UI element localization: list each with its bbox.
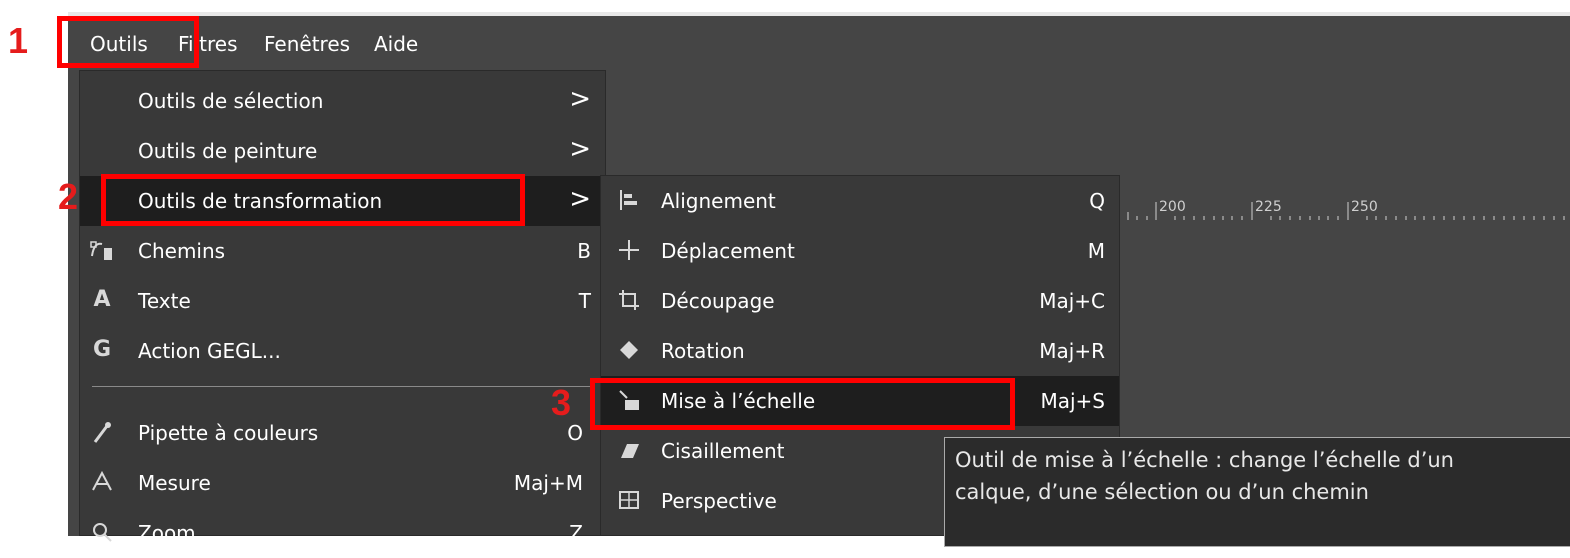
submenu-item-label: Perspective (661, 489, 777, 513)
tooltip-line-2: calque, d’une sélection ou d’un chemin (955, 480, 1369, 504)
submenu-item-label: Rotation (661, 339, 745, 363)
title-strip (68, 0, 1570, 12)
left-margin (0, 0, 68, 536)
menu-separator (92, 386, 592, 387)
submenu-item-move[interactable]: Déplacement M (601, 226, 1119, 276)
paths-icon (88, 236, 116, 264)
menu-bar: Outils Filtres Fenêtres Aide (68, 12, 1570, 68)
shortcut-label: Maj+C (1039, 289, 1105, 313)
menu-item-zoom[interactable]: Zoom Z (80, 508, 605, 558)
shortcut-label: B (577, 239, 591, 263)
menu-item-gegl[interactable]: G Action GEGL... (80, 326, 605, 376)
color-picker-icon (88, 418, 116, 446)
tools-menu: Outils de sélection > Outils de peinture… (79, 70, 606, 545)
menu-item-label: Action GEGL... (138, 339, 281, 363)
horizontal-ruler: 200 225 250 (1118, 178, 1570, 222)
menu-item-measure[interactable]: Mesure Maj+M (80, 458, 605, 508)
perspective-icon (615, 486, 643, 514)
zoom-icon (88, 518, 116, 546)
tooltip: Outil de mise à l’échelle : change l’éch… (944, 437, 1570, 547)
gegl-icon: G (92, 337, 112, 362)
shortcut-label: T (578, 289, 591, 313)
annotation-box-step-2 (101, 174, 525, 226)
align-icon (615, 186, 643, 214)
shortcut-label: M (1087, 239, 1105, 263)
ruler-label-225: 225 (1255, 199, 1282, 215)
menu-item-label: Chemins (138, 239, 226, 263)
shortcut-label: O (567, 421, 583, 445)
shortcut-label: Q (1089, 189, 1105, 213)
submenu-item-rotate[interactable]: Rotation Maj+R (601, 326, 1119, 376)
submenu-item-align[interactable]: Alignement Q (601, 176, 1119, 226)
submenu-item-label: Cisaillement (661, 439, 785, 463)
menu-aide[interactable]: Aide (374, 32, 418, 56)
annotation-number-1: 1 (8, 20, 29, 61)
ruler-label-200: 200 (1159, 199, 1186, 215)
measure-icon (88, 468, 116, 496)
ruler-ticks: 200 225 250 (1127, 199, 1565, 220)
shortcut-label: Maj+M (513, 471, 583, 495)
annotation-box-step-1 (57, 16, 199, 68)
menu-item-label: Mesure (138, 471, 211, 495)
annotation-number-3: 3 (551, 382, 572, 423)
rotate-icon (615, 336, 643, 364)
annotation-number-2: 2 (58, 176, 79, 217)
ruler-label-250: 250 (1351, 199, 1378, 215)
crop-icon (615, 286, 643, 314)
menu-item-color-picker[interactable]: Pipette à couleurs O (80, 408, 605, 458)
menu-item-label: Zoom (138, 521, 196, 545)
text-icon: A (93, 287, 111, 312)
menu-item-label: Outils de peinture (138, 139, 318, 163)
tooltip-line-1: Outil de mise à l’échelle : change l’éch… (955, 448, 1454, 472)
menu-item-selection-tools[interactable]: Outils de sélection > (80, 76, 605, 126)
menu-item-text[interactable]: A Texte T (80, 276, 605, 326)
annotation-box-step-3 (590, 378, 1015, 430)
submenu-item-label: Alignement (661, 189, 776, 213)
menu-item-label: Outils de sélection (138, 89, 324, 113)
submenu-item-label: Déplacement (661, 239, 795, 263)
menu-item-paths[interactable]: Chemins B (80, 226, 605, 276)
move-icon (615, 236, 643, 264)
menu-item-label: Texte (138, 289, 191, 313)
shortcut-label: Maj+S (1040, 389, 1105, 413)
menu-item-label: Pipette à couleurs (138, 421, 319, 445)
submenu-item-crop[interactable]: Découpage Maj+C (601, 276, 1119, 326)
shear-icon (615, 436, 643, 464)
shortcut-label: Z (569, 521, 583, 545)
submenu-item-label: Découpage (661, 289, 775, 313)
submenu-arrow-icon: > (569, 84, 591, 114)
menu-item-paint-tools[interactable]: Outils de peinture > (80, 126, 605, 176)
menu-fenetres[interactable]: Fenêtres (264, 32, 350, 56)
submenu-arrow-icon: > (569, 134, 591, 164)
submenu-arrow-icon: > (569, 184, 591, 214)
shortcut-label: Maj+R (1039, 339, 1105, 363)
